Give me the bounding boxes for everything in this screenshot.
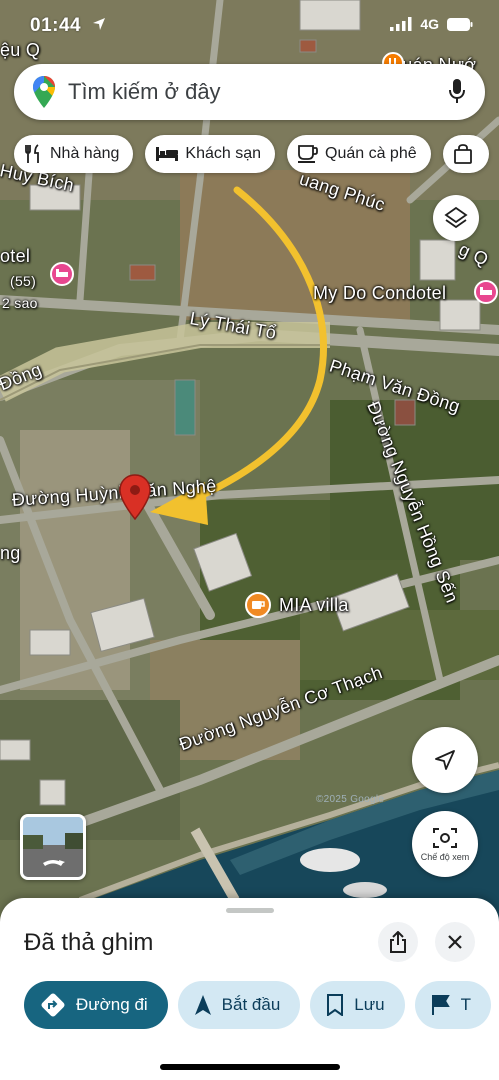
chip-restaurants[interactable]: Nhà hàng: [14, 135, 134, 173]
layers-icon: [444, 206, 468, 229]
sheet-title: Đã thả ghim: [24, 929, 154, 956]
close-icon: [448, 935, 462, 949]
view-mode-label: Chế độ xem: [420, 852, 470, 862]
start-button[interactable]: Bắt đầu: [177, 981, 301, 1029]
hotel-marker-condotel[interactable]: [474, 280, 498, 304]
camera-scan-icon: [433, 828, 457, 848]
directions-button[interactable]: Đường đi: [24, 981, 168, 1029]
save-label: Lưu: [354, 995, 385, 1014]
close-button[interactable]: [435, 922, 475, 962]
map-label-hotel-stars: 2 sao: [2, 295, 38, 311]
shopping-bag-icon: [453, 144, 472, 164]
dropped-pin-icon[interactable]: [118, 473, 152, 521]
chip-shopping[interactable]: [442, 135, 489, 173]
signal-bars-icon: [390, 17, 412, 31]
chip-cafes[interactable]: Quán cà phê: [287, 135, 431, 173]
directions-label: Đường đi: [76, 995, 148, 1014]
search-bar[interactable]: Tìm kiếm ở đây: [14, 64, 485, 120]
network-type: 4G: [420, 16, 439, 32]
map-label-left-ng: ng: [0, 543, 21, 563]
street-view-preview: [23, 817, 83, 877]
fork-knife-icon: [25, 144, 39, 163]
directions-icon: [41, 993, 65, 1017]
bookmark-icon: [327, 994, 344, 1016]
location-arrow-icon: [93, 18, 105, 30]
sheet-drag-handle[interactable]: [226, 908, 274, 913]
layers-button[interactable]: [433, 195, 479, 241]
coffee-marker-icon: [245, 592, 271, 618]
view-mode-button[interactable]: Chế độ xem: [412, 811, 478, 877]
bed-icon: [156, 147, 179, 161]
microphone-icon[interactable]: [449, 78, 465, 104]
share-button[interactable]: [378, 922, 418, 962]
chip-hotels[interactable]: Khách sạn: [145, 135, 275, 173]
hotel-marker-left[interactable]: [50, 262, 74, 286]
category-chips: Nhà hàng Khách sạn Quán cà phê: [14, 135, 489, 173]
my-location-button[interactable]: [412, 727, 478, 793]
save-button[interactable]: Lưu: [310, 981, 405, 1029]
google-maps-logo-icon: [33, 76, 55, 108]
street-view-thumbnail[interactable]: [20, 814, 86, 880]
label-button[interactable]: T: [414, 981, 491, 1029]
flag-icon: [431, 995, 450, 1015]
coffee-cup-icon: [298, 145, 318, 163]
chip-cafes-label: Quán cà phê: [325, 145, 417, 162]
label-button-text: T: [460, 995, 471, 1014]
map-watermark: ©2025 Google: [316, 794, 385, 805]
start-label: Bắt đầu: [221, 995, 281, 1014]
navigation-arrow-icon: [435, 750, 455, 770]
navigation-arrow-icon: [194, 995, 211, 1015]
action-buttons: Đường đi Bắt đầu Lưu T: [24, 981, 491, 1029]
poi-mia-villa[interactable]: MIA villa: [245, 592, 349, 618]
chip-restaurants-label: Nhà hàng: [50, 145, 120, 162]
map-label-hotel: otel: [0, 246, 31, 266]
home-indicator: [160, 1064, 340, 1070]
status-time: 01:44: [30, 15, 82, 36]
search-input[interactable]: Tìm kiếm ở đây: [68, 79, 221, 105]
battery-icon: [447, 17, 473, 31]
map-label-hotel-rating: (55): [10, 273, 37, 289]
bottom-sheet[interactable]: Đã thả ghim Đường đi Bắt đầu Lưu T: [0, 898, 499, 1080]
chip-hotels-label: Khách sạn: [185, 145, 261, 162]
map-label-condotel: My Do Condotel: [313, 283, 447, 303]
status-bar: 01:44 4G: [0, 0, 499, 50]
mia-villa-label: MIA villa: [279, 594, 349, 615]
share-icon: [390, 931, 406, 953]
